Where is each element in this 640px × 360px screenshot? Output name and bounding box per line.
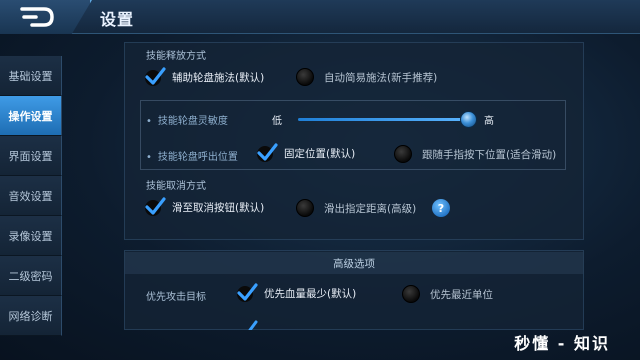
- wheel-position-follow[interactable]: 跟随手指按下位置(适合滑动): [394, 145, 556, 163]
- sidebar-item-network-diagnosis[interactable]: 网络诊断: [0, 296, 62, 336]
- sensitivity-label: 技能轮盘灵敏度: [146, 112, 228, 127]
- sidebar-item-sound[interactable]: 音效设置: [0, 176, 62, 216]
- wheel-position-follow-label: 跟随手指按下位置(适合滑动): [422, 148, 557, 161]
- skill-cancel-option-button-label: 滑至取消按钮(默认): [172, 201, 265, 214]
- sensitivity-high-label: 高: [484, 116, 494, 127]
- checkmark-icon: [145, 197, 166, 216]
- skill-cast-option-simple[interactable]: 自动简易施法(新手推荐): [296, 68, 437, 86]
- wheel-position-fixed[interactable]: 固定位置(默认): [256, 142, 355, 164]
- sensitivity-slider-track[interactable]: [298, 118, 470, 121]
- skill-cancel-option-distance-label: 滑出指定距离(高级): [324, 202, 417, 215]
- skill-cast-option-simple-label: 自动简易施法(新手推荐): [324, 71, 438, 84]
- target-option-lowest-hp[interactable]: 优先血量最少(默认): [236, 282, 356, 304]
- radio-off-icon: [394, 145, 412, 163]
- sidebar-item-replay[interactable]: 录像设置: [0, 216, 62, 256]
- sidebar-item-basic[interactable]: 基础设置: [0, 56, 62, 96]
- back-arrow-icon: [20, 7, 54, 27]
- skill-cast-title: 技能释放方式: [146, 51, 206, 62]
- target-option-nearest-label: 优先最近单位: [430, 288, 493, 301]
- help-icon[interactable]: ?: [432, 199, 450, 217]
- skill-cancel-title: 技能取消方式: [146, 181, 206, 192]
- sidebar-item-controls[interactable]: 操作设置: [0, 96, 62, 136]
- skill-cancel-option-button[interactable]: 滑至取消按钮(默认): [144, 196, 264, 218]
- skill-cast-option-wheel[interactable]: 辅助轮盘施法(默认): [144, 66, 264, 88]
- skill-cast-option-wheel-label: 辅助轮盘施法(默认): [172, 71, 265, 84]
- skill-cancel-option-distance[interactable]: 滑出指定距离(高级): [296, 199, 416, 217]
- wheel-position-fixed-label: 固定位置(默认): [284, 147, 356, 160]
- checkmark-icon: [237, 283, 258, 302]
- sidebar-item-interface[interactable]: 界面设置: [0, 136, 62, 176]
- radio-off-icon: [296, 199, 314, 217]
- wheel-position-label: 技能轮盘呼出位置: [146, 148, 238, 163]
- sensitivity-low-label: 低: [272, 116, 282, 127]
- target-priority-label: 优先攻击目标: [146, 292, 206, 303]
- target-option-nearest[interactable]: 优先最近单位: [402, 285, 493, 303]
- target-option-lowest-hp-label: 优先血量最少(默认): [264, 287, 357, 300]
- sidebar-item-secondary-password[interactable]: 二级密码: [0, 256, 62, 296]
- advanced-title: 高级选项: [124, 252, 584, 274]
- radio-off-icon: [402, 285, 420, 303]
- back-button[interactable]: [0, 0, 92, 34]
- page-title: 设置: [100, 10, 135, 29]
- sidebar: 基础设置 操作设置 界面设置 音效设置 录像设置 二级密码 网络诊断: [0, 56, 62, 336]
- checkmark-icon: [145, 67, 166, 86]
- radio-off-icon: [296, 68, 314, 86]
- top-bar: 设置: [0, 0, 640, 34]
- sensitivity-slider-thumb[interactable]: [460, 111, 477, 128]
- watermark: 秒懂 - 知识: [514, 334, 610, 353]
- partial-checkmark-icon: [248, 320, 258, 330]
- checkmark-icon: [257, 143, 278, 162]
